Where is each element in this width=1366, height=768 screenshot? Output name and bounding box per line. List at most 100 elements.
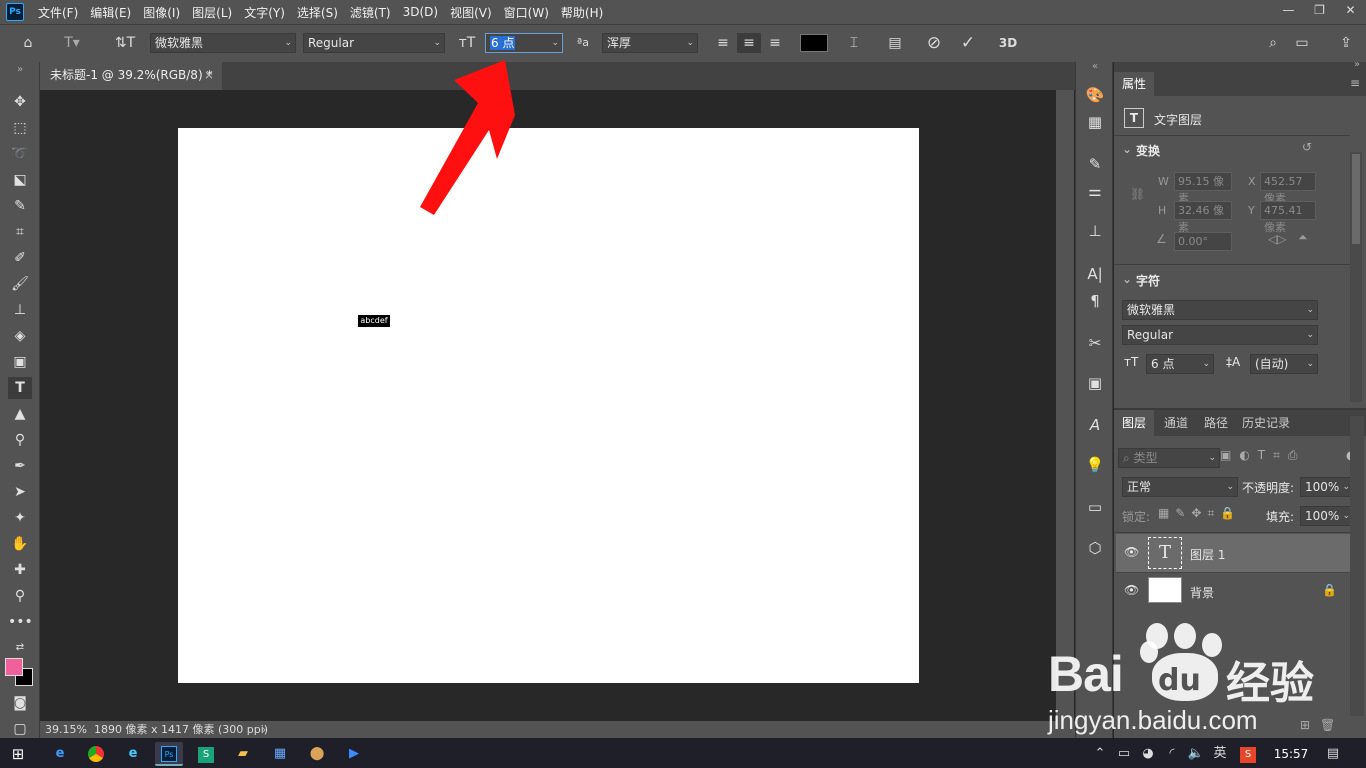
edge-browser-icon[interactable]: e <box>119 742 147 766</box>
commit-check-icon[interactable]: ✓ <box>956 33 980 53</box>
marquee-tool-icon[interactable]: ⬚ <box>8 117 32 139</box>
width-field[interactable]: 95.15 像素 <box>1174 172 1232 205</box>
brush-tool-icon[interactable]: 🖌 <box>8 273 32 295</box>
paragraph-panel-icon[interactable]: ¶ <box>1083 290 1107 312</box>
type-tool-preset-icon[interactable]: T▾ <box>58 33 86 53</box>
menu-type[interactable]: 文字(Y) <box>238 4 291 21</box>
document-tab[interactable]: 未标题-1 @ 39.2%(RGB/8) * × <box>40 62 222 90</box>
ie-browser-icon[interactable]: e <box>46 742 74 766</box>
fill-field[interactable]: 100% ⌄ <box>1300 506 1354 526</box>
align-right-icon[interactable]: ≡ <box>763 33 787 53</box>
tool-app-icon[interactable]: ⬤ <box>303 742 331 766</box>
tab-paths[interactable]: 路径 <box>1196 410 1236 436</box>
stamp-tool-icon[interactable]: ⊥ <box>8 299 32 321</box>
menu-help[interactable]: 帮助(H) <box>555 4 609 21</box>
object-select-tool-icon[interactable]: ⬕ <box>8 169 32 191</box>
close-button[interactable]: ✕ <box>1335 0 1366 20</box>
link-icon[interactable]: ⛓ <box>1130 187 1145 201</box>
font-family-select[interactable]: 微软雅黑 ⌄ <box>150 33 296 53</box>
windows-start-icon[interactable]: ⊞ <box>4 742 32 766</box>
tab-channels[interactable]: 通道 <box>1156 410 1196 436</box>
3d-icon[interactable]: 3D <box>996 33 1020 53</box>
search-icon[interactable]: ⌕ <box>1261 33 1285 53</box>
pen-tool-icon[interactable]: ✒ <box>8 455 32 477</box>
healing-tool-icon[interactable]: ✐ <box>8 247 32 269</box>
align-left-icon[interactable]: ≡ <box>711 33 735 53</box>
tray-chevron-up-icon[interactable]: ⌃ <box>1092 742 1108 766</box>
text-orientation-icon[interactable]: ⇅T <box>113 33 137 53</box>
menu-image[interactable]: 图像(I) <box>137 4 186 21</box>
menu-layer[interactable]: 图层(L) <box>186 4 238 21</box>
3d-panel-icon[interactable]: ⬡ <box>1083 537 1107 559</box>
zoom-level[interactable]: 39.15% <box>45 721 87 738</box>
volume-icon[interactable]: 🔈 <box>1186 742 1206 766</box>
scroll-thumb[interactable] <box>1352 154 1360 244</box>
tab-properties[interactable]: 属性 <box>1114 72 1155 96</box>
menu-3d[interactable]: 3D(D) <box>397 5 444 19</box>
crop-tool-icon[interactable]: ⌗ <box>8 221 32 243</box>
close-tab-icon[interactable]: × <box>204 62 214 88</box>
shape-tool-icon[interactable]: ✦ <box>8 507 32 529</box>
home-icon[interactable]: ⌂ <box>16 33 40 53</box>
type-tool-icon[interactable]: T <box>8 377 32 399</box>
cancel-icon[interactable]: ⊘ <box>922 33 946 53</box>
spreadsheet-icon[interactable]: S <box>192 742 220 766</box>
y-field[interactable]: 475.41 像素 <box>1260 201 1316 234</box>
opacity-field[interactable]: 100% ⌄ <box>1300 477 1354 497</box>
menu-select[interactable]: 选择(S) <box>291 4 344 21</box>
zoom-tool-icon[interactable]: ⚲ <box>8 585 32 607</box>
layers-scrollbar[interactable] <box>1350 416 1364 716</box>
media-player-icon[interactable]: ▶ <box>340 742 368 766</box>
prop-font-family-select[interactable]: 微软雅黑 ⌄ <box>1122 300 1318 320</box>
status-menu-chevron-icon[interactable]: › <box>262 721 266 738</box>
brushes-panel-icon[interactable]: ✎ <box>1083 153 1107 175</box>
layer-filter-icons[interactable]: ▣◐T⌗⎙ <box>1220 448 1306 463</box>
layer-name[interactable]: 背景 <box>1190 584 1214 601</box>
clone-source-panel-icon[interactable]: ⊥ <box>1083 220 1107 242</box>
collapse-icon[interactable]: » <box>8 64 32 76</box>
file-explorer-icon[interactable]: ▰ <box>229 742 257 766</box>
dodge-tool-icon[interactable]: ⚲ <box>8 429 32 451</box>
lasso-tool-icon[interactable]: ➰ <box>8 143 32 165</box>
screen-mode-icon[interactable]: ▢ <box>8 718 32 740</box>
layer-name[interactable]: 图层 1 <box>1190 546 1225 563</box>
eraser-tool-icon[interactable]: ◈ <box>8 325 32 347</box>
align-center-icon[interactable]: ≡ <box>737 33 761 53</box>
menu-edit[interactable]: 编辑(E) <box>84 4 137 21</box>
lock-icons[interactable]: ▦✎✥⌗🔒 <box>1158 506 1241 521</box>
quick-mask-icon[interactable]: ◙ <box>8 692 32 714</box>
visibility-eye-icon[interactable]: 👁 <box>1124 545 1139 559</box>
swap-colors-icon[interactable]: ⇄ <box>8 637 32 659</box>
font-size-input[interactable]: 6 点 ⌄ <box>485 33 563 53</box>
prop-leading-select[interactable]: (自动) ⌄ <box>1250 354 1318 374</box>
antialias-select[interactable]: 浑厚 ⌄ <box>602 33 698 53</box>
prop-font-size-select[interactable]: 6 点 ⌄ <box>1146 354 1214 374</box>
character-panel-icon[interactable]: ▤ <box>883 33 907 53</box>
chevron-down-icon[interactable]: ⌄ <box>1122 272 1132 286</box>
chrome-icon[interactable] <box>82 742 110 766</box>
notification-icon[interactable]: ▤ <box>1322 742 1344 766</box>
adjustments-panel-icon[interactable]: ⚌ <box>1083 180 1107 202</box>
menu-window[interactable]: 窗口(W) <box>498 4 555 21</box>
properties-panel-icon[interactable]: ▣ <box>1083 372 1107 394</box>
prop-font-style-select[interactable]: Regular ⌄ <box>1122 325 1318 345</box>
blend-mode-select[interactable]: 正常 ⌄ <box>1122 477 1238 497</box>
swatches-panel-icon[interactable]: ▦ <box>1083 111 1107 133</box>
path-select-tool-icon[interactable]: ➤ <box>8 481 32 503</box>
panel-menu-icon[interactable]: ≡ <box>1350 76 1360 90</box>
blur-tool-icon[interactable]: ▲ <box>8 403 32 425</box>
gradients-panel-icon[interactable]: ▭ <box>1083 496 1107 518</box>
tab-layers[interactable]: 图层 <box>1114 410 1155 436</box>
collapse-icon[interactable]: « <box>1083 61 1107 73</box>
rotate-view-tool-icon[interactable]: ✚ <box>8 559 32 581</box>
hand-tool-icon[interactable]: ✋ <box>8 533 32 555</box>
properties-scrollbar[interactable] <box>1350 152 1362 402</box>
collapse-icon[interactable]: » <box>1354 59 1360 70</box>
minimize-button[interactable]: — <box>1273 0 1304 20</box>
foreground-color-swatch[interactable] <box>5 658 23 676</box>
move-tool-icon[interactable]: ✥ <box>8 91 32 113</box>
flip-vertical-icon[interactable]: ⏶ <box>1298 230 1308 245</box>
reset-icon[interactable]: ↺ <box>1302 140 1312 154</box>
menu-filter[interactable]: 滤镜(T) <box>344 4 397 21</box>
gradient-tool-icon[interactable]: ▣ <box>8 351 32 373</box>
